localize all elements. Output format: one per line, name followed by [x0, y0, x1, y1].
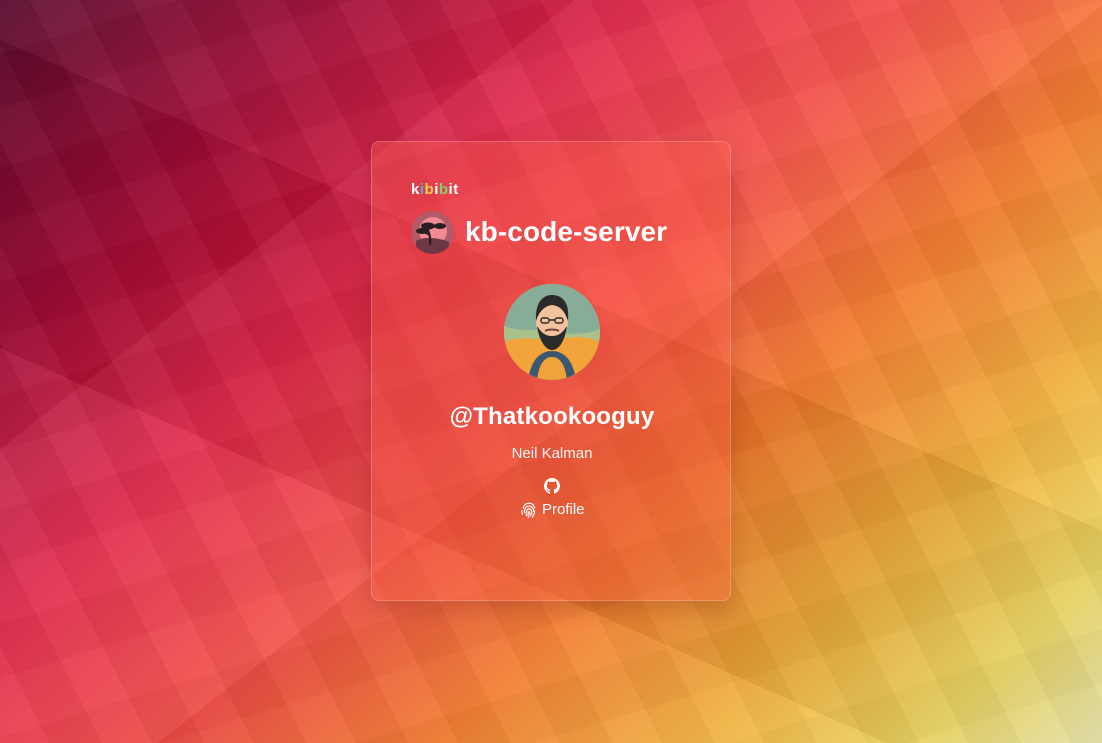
app-header: kb-code-server: [411, 210, 711, 254]
brand-letter: b: [438, 181, 448, 198]
full-name: Neil Kalman: [511, 445, 593, 462]
avatar: [504, 284, 600, 380]
brand-logo: k i b i b i t: [411, 182, 458, 198]
brand-letter: t: [453, 181, 458, 198]
brand-letter: i: [419, 181, 424, 198]
avatar-illustration: [504, 284, 600, 380]
github-icon-shape: [544, 478, 560, 494]
profile-link[interactable]: Profile: [520, 500, 585, 520]
profile-link-label: Profile: [542, 501, 585, 518]
username: @Thatkookooguy: [449, 403, 655, 430]
github-icon[interactable]: [544, 478, 560, 494]
profile-card: k i b i b i t kb-code-server @Thatkookoo…: [371, 141, 731, 601]
fingerprint-icon: [521, 502, 536, 518]
bonsai-tree-icon: [411, 210, 454, 254]
brand-letter: b: [424, 181, 434, 198]
brand-letter: i: [434, 181, 438, 198]
brand-letter: k: [411, 181, 419, 198]
app-icon: [411, 210, 454, 254]
brand-letter: i: [448, 181, 453, 198]
app-name: kb-code-server: [465, 216, 668, 247]
